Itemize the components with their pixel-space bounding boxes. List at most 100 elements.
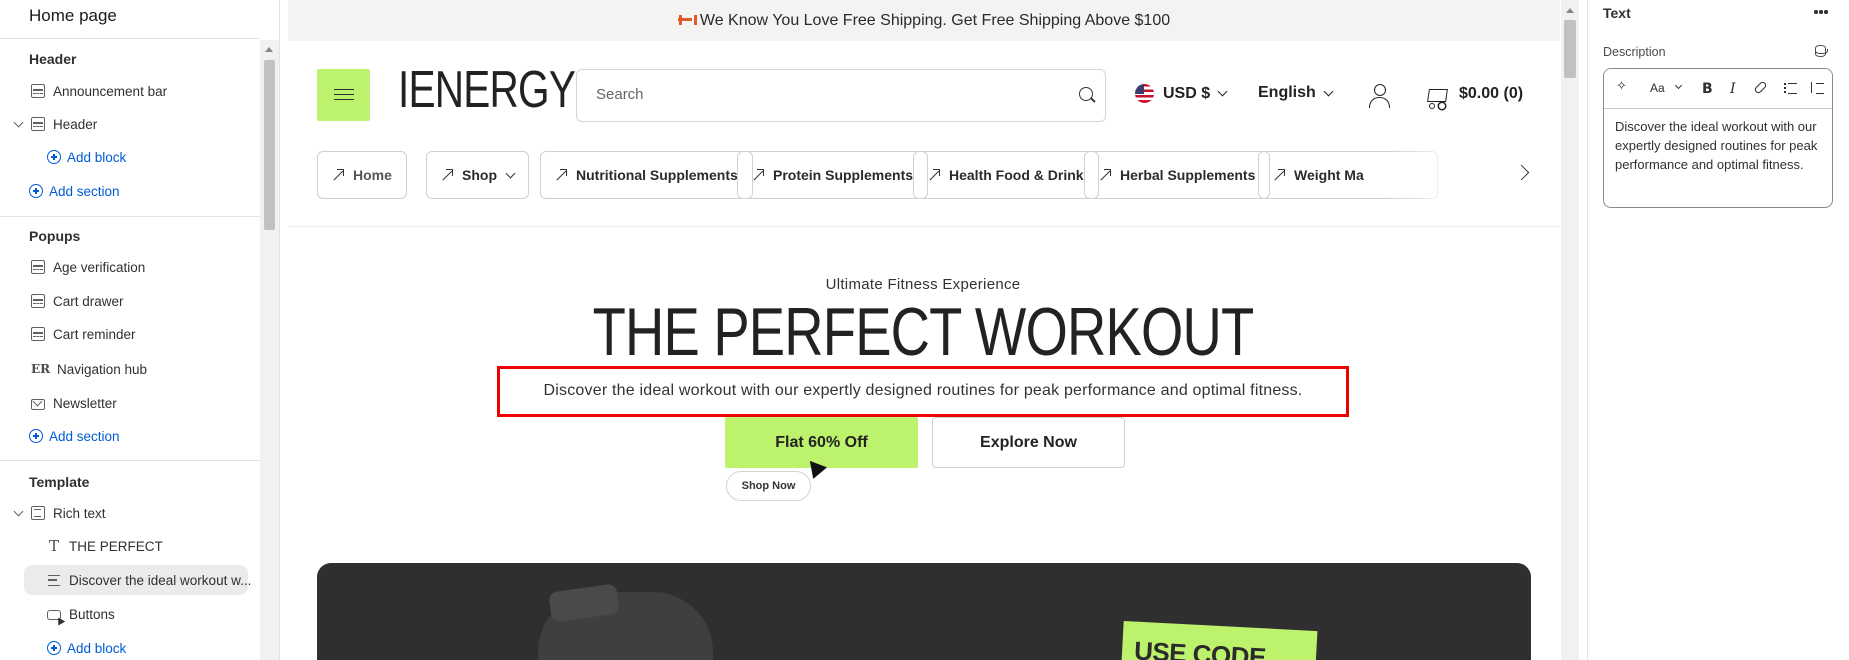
chevron-down-icon: [505, 168, 516, 178]
block-item-description[interactable]: Discover the ideal workout w...: [45, 566, 265, 594]
block-item-heading[interactable]: T THE PERFECT: [45, 532, 265, 560]
add-block-label: Add block: [67, 149, 127, 165]
sidebar-item-label: Navigation hub: [57, 361, 148, 377]
scrollbar-thumb[interactable]: [264, 60, 275, 230]
add-section-label: Add section: [49, 183, 120, 199]
explore-now-button[interactable]: Explore Now: [932, 417, 1125, 468]
hero-heading-text: THE PERFECT WORKOUT: [592, 294, 1255, 370]
button-icon: [47, 610, 61, 620]
section-icon: [31, 294, 45, 308]
cart-icon[interactable]: [1423, 84, 1449, 109]
scrollbar-thumb[interactable]: [1564, 20, 1576, 78]
shop-now-tooltip: Shop Now: [726, 471, 811, 501]
sidebar-item-label: Cart drawer: [53, 293, 124, 309]
scroll-up-icon[interactable]: [1566, 8, 1574, 13]
nav-label: Home: [353, 167, 392, 183]
currency-selector[interactable]: USD $: [1135, 84, 1228, 103]
add-section-button[interactable]: Add section: [29, 424, 120, 448]
sidebar-item-age-verification[interactable]: Age verification: [29, 253, 249, 281]
sidebar-item-newsletter[interactable]: Newsletter: [29, 389, 249, 417]
sidebar-item-announcement-bar[interactable]: Announcement bar: [29, 77, 249, 105]
plus-circle-icon: [47, 641, 61, 655]
language-selector[interactable]: English: [1258, 84, 1334, 102]
editor-toolbar: ✧ Aa B I: [1604, 69, 1832, 109]
numbered-list-icon[interactable]: [1811, 82, 1824, 94]
link-icon[interactable]: [1753, 80, 1768, 95]
rich-text-icon: [31, 506, 45, 520]
bold-icon[interactable]: B: [1702, 81, 1713, 97]
chevron-right-icon[interactable]: [1513, 164, 1530, 181]
promo-banner[interactable]: [317, 563, 1531, 660]
divider: [288, 226, 1560, 227]
cart-total[interactable]: $0.00 (0): [1459, 85, 1523, 103]
menu-button[interactable]: [317, 69, 370, 121]
sidebar-item-cart-reminder[interactable]: Cart reminder: [29, 320, 249, 348]
add-section-button[interactable]: Add section: [29, 179, 120, 203]
announcement-text: We Know You Love Free Shipping. Get Free…: [699, 12, 1171, 29]
text-icon: T: [48, 537, 59, 555]
sidebar-item-navigation-hub[interactable]: ER Navigation hub: [29, 355, 249, 383]
nav-item-shop[interactable]: Shop: [426, 151, 529, 199]
add-block-label: Add block: [67, 640, 127, 656]
divider: [0, 460, 260, 461]
store-logo[interactable]: IENERGY: [398, 60, 576, 120]
sidebar-item-rich-text[interactable]: Rich text: [13, 499, 249, 527]
account-icon[interactable]: [1369, 84, 1391, 108]
hamburger-icon: [334, 89, 354, 100]
sidebar-item-cart-drawer[interactable]: Cart drawer: [29, 287, 249, 315]
er-icon: ER: [31, 362, 51, 376]
scroll-up-icon[interactable]: [265, 47, 273, 52]
add-block-button[interactable]: Add block: [47, 145, 126, 169]
block-item-buttons[interactable]: Buttons: [45, 600, 265, 628]
page-title[interactable]: Home page: [29, 6, 117, 26]
chevron-down-icon: [1217, 86, 1228, 97]
preview-scrollbar[interactable]: [1561, 0, 1579, 660]
chevron-down-icon[interactable]: [13, 506, 24, 517]
dynamic-source-icon[interactable]: [1814, 45, 1828, 57]
nav-item-home[interactable]: Home: [317, 151, 407, 199]
search-placeholder: Search: [596, 86, 644, 103]
sidebar-scrollbar[interactable]: [260, 40, 279, 660]
block-item-label: Discover the ideal workout w...: [69, 572, 252, 588]
search-input[interactable]: Search: [576, 69, 1106, 122]
dumbbell-icon: [677, 15, 697, 25]
more-options-icon[interactable]: [1814, 10, 1828, 14]
arrow-up-right-icon: [752, 168, 764, 181]
italic-icon[interactable]: I: [1730, 81, 1736, 97]
announcement-bar[interactable]: We Know You Love Free Shipping. Get Free…: [288, 0, 1560, 41]
store-preview: We Know You Love Free Shipping. Get Free…: [288, 0, 1560, 660]
search-icon[interactable]: [1079, 87, 1093, 101]
nav-item-nutritional-supplements[interactable]: Nutritional Supplements: [540, 151, 753, 199]
nav-label: Nutritional Supplements: [576, 167, 738, 183]
us-flag-icon: [1135, 84, 1154, 103]
nav-label: Protein Supplements: [773, 167, 914, 183]
editor-sidebar: Home page Header Announcement bar Header…: [0, 0, 280, 660]
sidebar-item-label: Cart reminder: [53, 326, 136, 342]
sidebar-item-header[interactable]: Header: [13, 110, 249, 138]
language-label: English: [1258, 84, 1316, 101]
plus-circle-icon: [29, 184, 43, 198]
hero-heading[interactable]: THE PERFECT WORKOUT: [288, 293, 1558, 371]
chevron-down-icon[interactable]: [13, 117, 24, 128]
arrow-up-right-icon: [928, 168, 940, 181]
eyebrow-text[interactable]: Ultimate Fitness Experience: [288, 276, 1558, 293]
nav-label: Herbal Supplements: [1120, 167, 1256, 183]
text-format-icon[interactable]: Aa: [1650, 81, 1665, 95]
chevron-down-icon[interactable]: [1674, 81, 1683, 90]
editor-content[interactable]: Discover the ideal workout with our expe…: [1615, 117, 1820, 174]
sidebar-item-label: Age verification: [53, 259, 146, 275]
rich-text-editor[interactable]: ✧ Aa B I Discover the ideal workout with…: [1603, 68, 1833, 208]
arrow-up-right-icon: [555, 168, 567, 181]
nav-item-herbal-supplements[interactable]: Herbal Supplements: [1084, 151, 1271, 199]
arrow-up-right-icon: [441, 168, 453, 181]
plus-circle-icon: [47, 150, 61, 164]
selection-highlight: [497, 366, 1349, 417]
arrow-up-right-icon: [1099, 168, 1111, 181]
divider: [0, 216, 260, 217]
nav-item-protein-supplements[interactable]: Protein Supplements: [737, 151, 929, 199]
ai-sparkle-icon[interactable]: ✧: [1616, 78, 1627, 94]
section-icon: [31, 117, 45, 131]
nav-item-health-food-drink[interactable]: Health Food & Drink: [913, 151, 1099, 199]
bullet-list-icon[interactable]: [1784, 83, 1797, 94]
add-block-button[interactable]: Add block: [47, 636, 126, 660]
